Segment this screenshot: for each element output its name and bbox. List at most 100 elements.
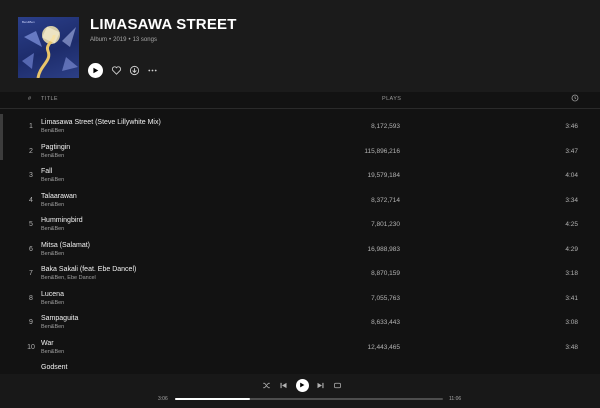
album-meta: Album • 2019 • 13 songs	[90, 37, 157, 43]
elapsed-time: 3:06	[158, 396, 168, 402]
track-title[interactable]: Hummingbird	[41, 217, 83, 224]
track-plays: 8,870,159	[371, 270, 400, 277]
track-number: 7	[29, 270, 33, 277]
track-number: 10	[27, 343, 35, 351]
track-artist[interactable]: Ben&Ben	[41, 153, 64, 159]
next-button[interactable]	[316, 381, 325, 390]
track-row[interactable]: 1 Limasawa Street (Steve Lillywhite Mix) B…	[0, 116, 600, 141]
track-number: 9	[29, 319, 33, 326]
track-row[interactable]: 7 Baka Sakali (feat. Ebe Dancel) Ben&Ben, …	[0, 263, 600, 288]
track-plays: 8,372,714	[371, 196, 400, 204]
track-duration: 3:08	[565, 319, 578, 326]
track-duration: 3:46	[565, 123, 578, 130]
track-plays: 8,172,593	[371, 123, 400, 130]
clock-icon[interactable]	[571, 94, 579, 102]
track-title[interactable]: Baka Sakali (feat. Ebe Dancel)	[41, 266, 136, 273]
track-duration: 3:34	[565, 196, 578, 204]
track-row[interactable]: 10 War Ben&Ben 12,443,465 3:48	[0, 337, 600, 362]
track-row[interactable]: 5 Hummingbird Ben&Ben 7,801,230 4:25	[0, 214, 600, 239]
heart-icon	[111, 65, 121, 75]
track-row[interactable]: 4 Talaarawan Ben&Ben 8,372,714 3:34	[0, 190, 600, 215]
track-duration: 3:41	[565, 294, 578, 302]
track-artist[interactable]: Ben&Ben	[41, 128, 64, 134]
album-header: Ben&Ben LIMASAWA STREET Album • 2019 • 13 so…	[0, 0, 600, 92]
album-type: Album	[90, 37, 108, 43]
track-row[interactable]: 3 Fall Ben&Ben 19,579,184 4:04	[0, 165, 600, 190]
total-time: 11:06	[449, 396, 462, 402]
track-artist[interactable]: Ben&Ben	[41, 251, 64, 257]
track-artist[interactable]: Ben&Ben	[41, 324, 64, 330]
tracklist-header: # TITLE PLAYS	[0, 92, 600, 109]
track-row[interactable]: 2 Pagtingin Ben&Ben 115,896,216 3:47	[0, 141, 600, 166]
track-artist[interactable]: Ben&Ben, Ebe Dancel	[41, 275, 96, 281]
track-title[interactable]: Lucena	[41, 291, 64, 298]
download-icon	[129, 65, 139, 75]
track-duration: 4:29	[565, 245, 578, 253]
track-number: 6	[29, 245, 33, 253]
track-title[interactable]: Talaarawan	[41, 193, 77, 200]
player-play-button[interactable]	[295, 378, 309, 392]
track-plays: 12,443,465	[367, 343, 400, 351]
playback-controls	[262, 378, 342, 392]
track-number: 3	[29, 172, 33, 179]
more-icon	[147, 69, 157, 71]
track-artist[interactable]: Ben&Ben	[41, 226, 64, 232]
cover-tag: Ben&Ben	[22, 20, 35, 24]
download-button[interactable]	[127, 63, 141, 77]
track-duration: 3:48	[565, 343, 578, 351]
track-title[interactable]: Mitsa (Salamat)	[41, 242, 90, 249]
tracklist: 1 Limasawa Street (Steve Lillywhite Mix) B…	[0, 116, 600, 374]
track-row[interactable]: 8 Lucena Ben&Ben 7,055,763 3:41	[0, 288, 600, 313]
header-number: #	[28, 96, 32, 102]
track-number: 8	[29, 294, 33, 302]
shuffle-button[interactable]	[262, 381, 271, 390]
track-title[interactable]: Pagtingin	[41, 144, 70, 151]
track-duration: 4:25	[565, 221, 578, 228]
playback-bar: 3:06 11:06	[0, 374, 600, 408]
track-number: 1	[29, 123, 33, 130]
track-number: 2	[29, 147, 33, 155]
header-plays[interactable]: PLAYS	[382, 96, 401, 102]
previous-button[interactable]	[279, 381, 288, 390]
track-duration: 3:18	[565, 270, 578, 277]
shuffle-icon	[263, 382, 270, 388]
album-year: 2019	[113, 37, 127, 43]
track-artist[interactable]: Ben&Ben	[41, 300, 64, 306]
progress-fill	[175, 398, 251, 400]
play-icon	[93, 67, 99, 73]
album-cover: Ben&Ben	[18, 17, 79, 78]
track-title[interactable]: Godsent	[41, 364, 67, 371]
track-number: 5	[29, 221, 33, 228]
repeat-button[interactable]	[333, 381, 342, 390]
album-title: LIMASAWA STREET	[90, 16, 237, 33]
track-row[interactable]: Godsent	[0, 361, 600, 374]
track-title[interactable]: War	[41, 340, 54, 347]
repeat-icon	[334, 382, 341, 388]
track-row[interactable]: 6 Mitsa (Salamat) Ben&Ben 16,988,983 4:29	[0, 239, 600, 264]
play-button[interactable]	[88, 62, 103, 78]
track-title[interactable]: Limasawa Street (Steve Lillywhite Mix)	[41, 119, 161, 126]
previous-icon	[280, 382, 287, 388]
album-cover-art	[22, 26, 78, 78]
track-artist[interactable]: Ben&Ben	[41, 202, 64, 208]
more-options-button[interactable]	[145, 63, 159, 77]
track-plays: 19,579,184	[367, 172, 400, 179]
meta-separator: •	[128, 37, 131, 43]
play-icon	[300, 382, 305, 388]
meta-separator: •	[109, 37, 112, 43]
progress-bar[interactable]	[175, 398, 443, 400]
track-plays: 115,896,216	[364, 147, 400, 155]
track-plays: 7,801,230	[371, 221, 400, 228]
track-artist[interactable]: Ben&Ben	[41, 349, 64, 355]
track-plays: 7,055,763	[371, 294, 400, 302]
track-title[interactable]: Fall	[41, 168, 52, 175]
album-controls	[88, 62, 163, 78]
like-button[interactable]	[109, 63, 123, 77]
track-title[interactable]: Sampaguita	[41, 315, 78, 322]
track-duration: 3:47	[565, 147, 578, 155]
track-row[interactable]: 9 Sampaguita Ben&Ben 8,633,443 3:08	[0, 312, 600, 337]
track-artist[interactable]: Ben&Ben	[41, 177, 64, 183]
album-song-count: 13 songs	[132, 37, 157, 43]
header-title[interactable]: TITLE	[41, 96, 58, 102]
track-duration: 4:04	[565, 172, 578, 179]
